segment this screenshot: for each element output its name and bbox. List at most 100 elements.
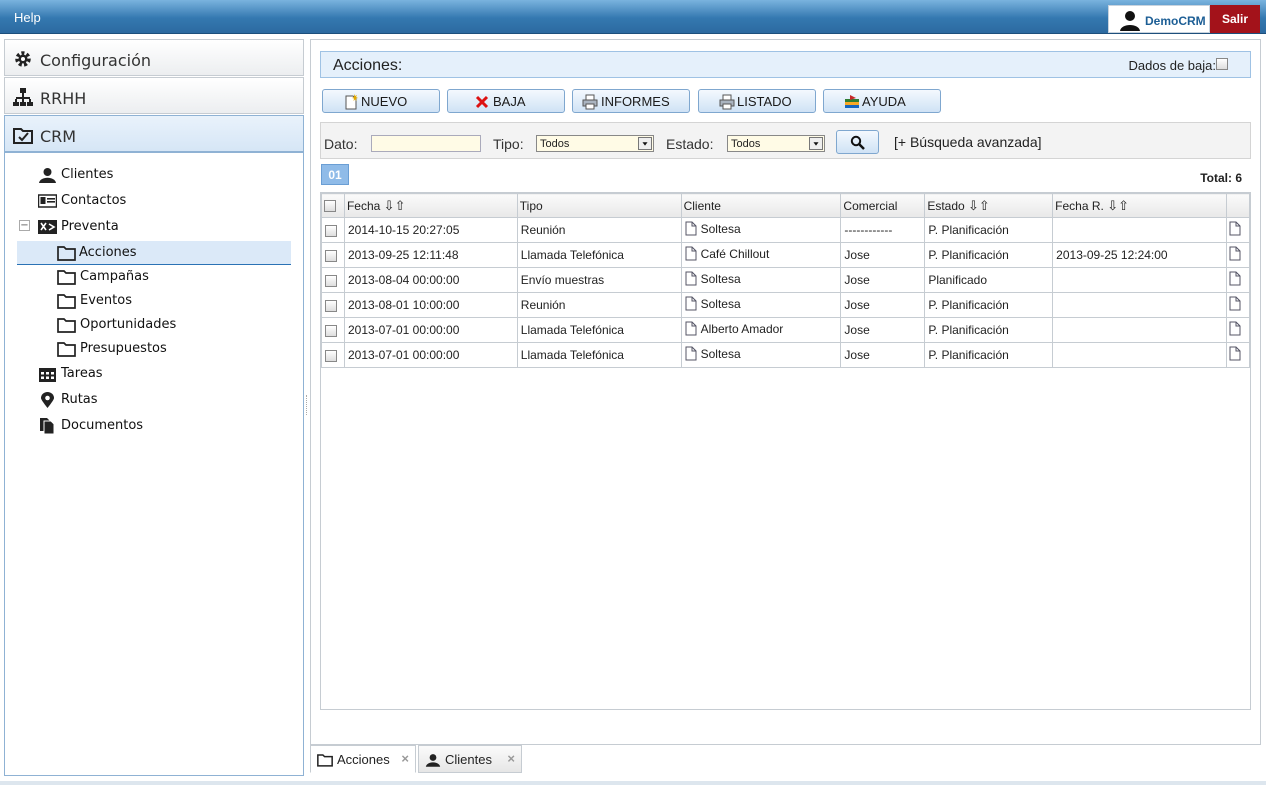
column-header-estado[interactable]: Estado ⇩⇧ [924,193,1054,218]
baja-button[interactable]: BAJA [447,89,565,113]
dados-baja-checkbox[interactable] [1216,58,1228,70]
estado-select[interactable]: Todos [727,135,825,152]
user-box[interactable]: DemoCRM [1108,5,1210,33]
tree-item-oportunidades[interactable]: Oportunidades [57,314,257,336]
cell-text: Soltesa [700,347,741,362]
document-icon[interactable] [1229,221,1241,239]
cell-fecha-r [1052,317,1227,343]
informes-button[interactable]: INFORMES [572,89,690,113]
row-checkbox[interactable] [325,274,337,287]
tipo-select[interactable]: Todos [536,135,654,152]
column-header-cliente[interactable]: Cliente [680,193,842,218]
accordion-configuracion[interactable]: Configuración [4,39,304,76]
printer-icon [719,94,735,110]
dato-input[interactable] [371,135,481,152]
accordion-crm[interactable]: CRM [4,115,304,152]
ayuda-button[interactable]: AYUDA [823,89,941,113]
row-checkbox[interactable] [325,349,337,362]
select-all-checkbox[interactable] [324,200,336,213]
row-checkbox[interactable] [325,324,337,337]
cell-tipo: Llamada Telefónica [516,242,682,268]
column-header-fecha-r[interactable]: Fecha R. ⇩⇧ [1052,193,1227,218]
person-icon [39,168,56,183]
table-row[interactable]: 2013-07-01 00:00:00 Llamada Telefónica Sol… [321,342,1251,368]
column-header-tipo[interactable]: Tipo [516,193,682,218]
row-action-cell[interactable] [1225,317,1251,343]
cell-cliente[interactable]: Soltesa [680,267,842,293]
tree-item-rutas[interactable]: Rutas [38,389,238,411]
page-button[interactable]: 01 [321,164,349,185]
row-action-cell[interactable] [1225,292,1251,318]
top-bar: Help DemoCRM Salir [0,0,1266,34]
cell-text: Soltesa [700,272,741,287]
table-row[interactable]: 2013-07-01 00:00:00 Llamada Telefónica Alb… [321,317,1251,343]
column-label: Tipo [519,198,543,213]
tree-item-preventa[interactable]: − Preventa [19,216,239,238]
document-icon[interactable] [1229,271,1241,289]
row-checkbox[interactable] [325,224,337,237]
user-name[interactable]: DemoCRM [1145,14,1206,28]
row-action-cell[interactable] [1225,342,1251,368]
cell-fecha-r [1052,342,1227,368]
sort-arrows-icon[interactable]: ⇩⇧ [384,198,406,213]
main-panel: Acciones: Dados de baja: NUEVO BAJA INFO… [310,39,1261,745]
cell-cliente[interactable]: Café Chillout [680,242,842,268]
tree-item-contactos[interactable]: Contactos [38,190,238,212]
tree-item-clientes[interactable]: Clientes [38,164,238,186]
cell-estado: P. Planificación [924,217,1054,243]
tab-acciones[interactable]: Acciones × [310,745,416,773]
nuevo-button[interactable]: NUEVO [322,89,440,113]
accordion-rrhh[interactable]: RRHH [4,77,304,114]
table-row[interactable]: 2014-10-15 20:27:05 Reunión Soltesa -------… [321,217,1251,243]
cell-cliente[interactable]: Soltesa [680,217,842,243]
column-header-comercial[interactable]: Comercial [840,193,926,218]
listado-button[interactable]: LISTADO [698,89,816,113]
column-header-fecha[interactable]: Fecha ⇩⇧ [343,193,518,218]
table-row[interactable]: 2013-08-01 10:00:00 Reunión Soltesa Jose P. … [321,292,1251,318]
table-header-row: Fecha ⇩⇧ Tipo Cliente Comercial Estado ⇩… [321,193,1251,218]
advanced-search-link[interactable]: [+ Búsqueda avanzada] [894,134,1042,150]
row-action-cell[interactable] [1225,267,1251,293]
row-action-cell[interactable] [1225,217,1251,243]
x-icon [475,95,489,109]
tipo-select-value: Todos [540,138,570,150]
close-icon[interactable]: × [507,751,515,766]
cell-cliente[interactable]: Soltesa [680,292,842,318]
tipo-label: Tipo: [493,136,524,152]
gear-icon [15,51,31,67]
tree-item-documentos[interactable]: Documentos [38,415,238,437]
cell-cliente[interactable]: Alberto Amador [680,317,842,343]
document-icon[interactable] [1229,296,1241,314]
folder-icon [317,754,333,767]
table-row[interactable]: 2013-08-04 00:00:00 Envío muestras Soltesa… [321,267,1251,293]
tree-item-tareas[interactable]: Tareas [38,363,238,385]
document-icon[interactable] [1229,246,1241,264]
cell-text: Café Chillout [700,247,770,262]
collapse-toggle[interactable]: − [19,220,30,231]
row-checkbox[interactable] [325,249,337,262]
sort-arrows-icon[interactable]: ⇩⇧ [1107,198,1129,213]
tree-item-campanas[interactable]: Campañas [57,266,257,288]
logout-button[interactable]: Salir [1210,5,1260,33]
panel-splitter[interactable] [306,395,308,415]
row-select-cell [321,217,345,243]
row-action-cell[interactable] [1225,242,1251,268]
folder-check-icon [13,128,33,144]
table-row[interactable]: 2013-09-25 12:11:48 Llamada Telefónica Caf… [321,242,1251,268]
table-body: 2014-10-15 20:27:05 Reunión Soltesa -------… [321,217,1251,368]
cell-cliente[interactable]: Soltesa [680,342,842,368]
document-icon[interactable] [1229,321,1241,339]
search-button[interactable] [836,130,879,154]
tree-item-eventos[interactable]: Eventos [57,290,257,312]
tree-item-acciones[interactable]: Acciones [17,241,291,265]
row-checkbox[interactable] [325,299,337,312]
help-menu[interactable]: Help [14,10,41,25]
cell-tipo: Reunión [516,217,682,243]
sort-arrows-icon[interactable]: ⇩⇧ [968,198,990,213]
close-icon[interactable]: × [401,751,409,766]
tree-item-presupuestos[interactable]: Presupuestos [57,338,257,360]
cell-fecha-r [1052,292,1227,318]
document-icon[interactable] [1229,346,1241,364]
cell-estado: P. Planificación [924,242,1054,268]
tab-clientes[interactable]: Clientes × [418,745,522,773]
